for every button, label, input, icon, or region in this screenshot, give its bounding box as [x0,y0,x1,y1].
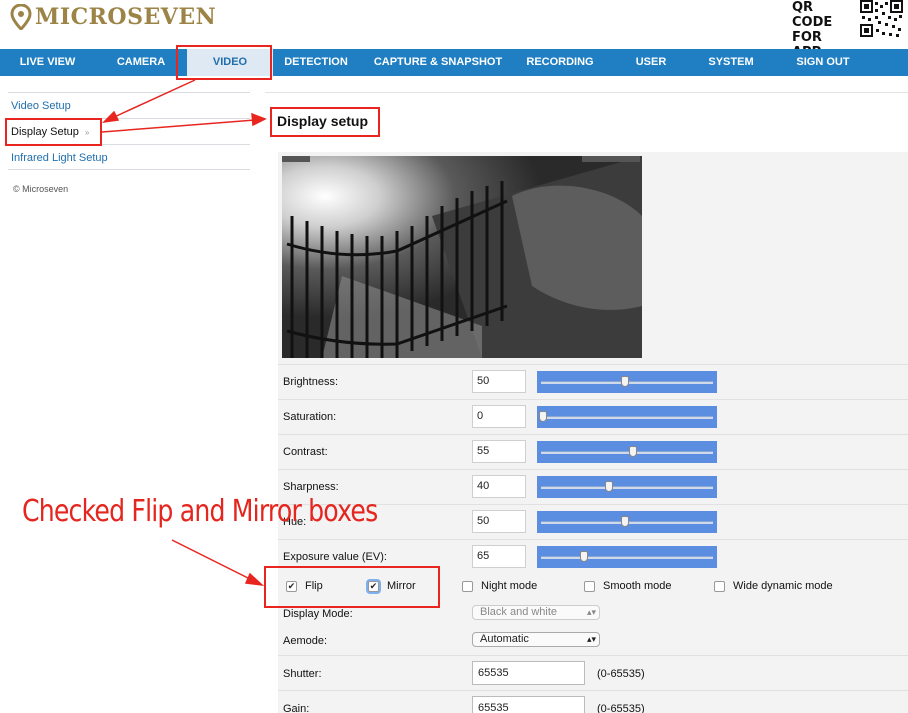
annotation-arrows [101,79,267,587]
